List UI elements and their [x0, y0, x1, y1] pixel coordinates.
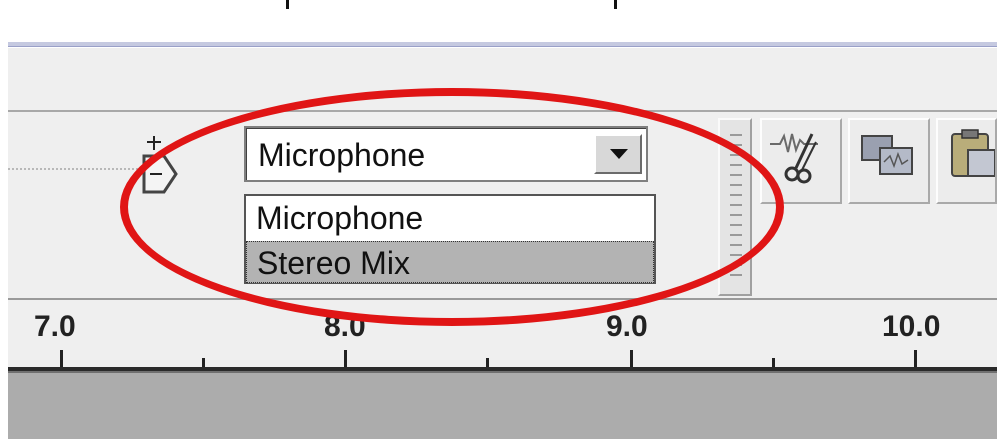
input-source-dropdown-list: Microphone Stereo Mix [244, 194, 656, 284]
dropdown-button[interactable] [594, 134, 642, 174]
copy-button[interactable] [848, 118, 930, 204]
copy-icon [861, 135, 913, 175]
window-edge [0, 42, 8, 437]
separator-line [8, 42, 997, 47]
input-source-selected-value: Microphone [258, 137, 426, 173]
input-volume-slider-track[interactable] [8, 168, 158, 170]
ruler-tick [286, 0, 289, 9]
ruler-label: 10.0 [882, 310, 941, 343]
ruler-major-tick [914, 350, 917, 368]
audio-track-area[interactable] [8, 371, 997, 439]
paste-button[interactable] [936, 118, 997, 204]
ruler-tick [614, 0, 617, 9]
ruler-label: 8.0 [324, 310, 366, 343]
upper-toolbar-row [8, 48, 997, 110]
trim-button[interactable] [760, 118, 842, 204]
timeline-ruler[interactable]: 7.0 8.0 9.0 10.0 [8, 298, 997, 370]
ruler-major-tick [60, 350, 63, 368]
ruler-label: 9.0 [606, 310, 648, 343]
ruler-major-tick [630, 350, 633, 368]
paste-icon [951, 129, 996, 177]
dropdown-option-stereo-mix[interactable]: Stereo Mix [246, 241, 654, 283]
dropdown-option-microphone[interactable]: Microphone [246, 197, 654, 239]
ruler-major-tick [344, 350, 347, 368]
trim-scissors-icon [770, 133, 818, 184]
input-volume-slider-thumb[interactable] [138, 134, 182, 198]
top-ruler-strip [0, 0, 997, 42]
toolbar-grip-handle[interactable] [718, 118, 752, 296]
ruler-label: 7.0 [34, 310, 76, 343]
input-source-select[interactable]: Microphone [244, 126, 648, 182]
chevron-down-icon [610, 149, 628, 159]
